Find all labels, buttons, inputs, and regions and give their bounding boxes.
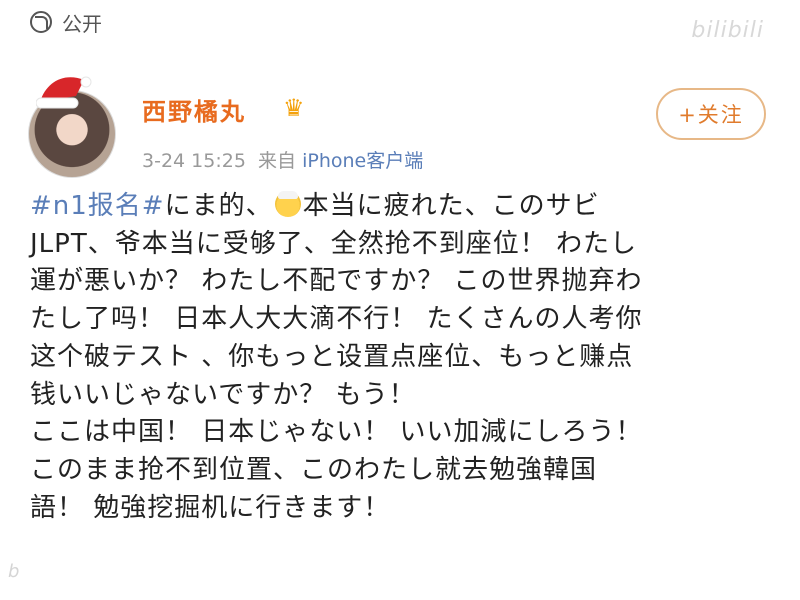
follow-button[interactable]: +关注 xyxy=(656,88,766,140)
post-source[interactable]: iPhone客户端 xyxy=(302,150,423,172)
post-timestamp: 3-24 15:25 xyxy=(142,150,246,172)
post-meta: 3-24 15:25 来自 iPhone客户端 xyxy=(142,146,423,173)
santa-hat-icon xyxy=(36,76,92,109)
post-line: 語！ 勉強挖掘机に行きます！ xyxy=(30,492,391,523)
post-header: 公开 xyxy=(0,0,800,44)
post-line: たし了吗！ 日本人大大滴不行！ たくさんの人考你 xyxy=(30,304,643,335)
globe-lock-icon xyxy=(30,11,52,33)
user-name[interactable]: 西野橘丸 xyxy=(142,92,246,127)
post-line: このまま抢不到位置、このわたし就去勉強韓国 xyxy=(30,454,598,485)
post-line: JLPT、爷本当に受够了、全然抢不到座位！ わたし xyxy=(30,228,637,259)
post-line: 这个破テスト 、你もっと设置点座位、もっと赚点 xyxy=(30,341,634,372)
post-line: ここは中国！ 日本じゃない！ いい加減にしろう！ xyxy=(30,417,643,448)
visibility-label: 公开 xyxy=(62,11,102,36)
post-line: #n1报名#にま的、 本当に疲れた、このサビ xyxy=(30,188,770,226)
hashtag-link[interactable]: #n1报名# xyxy=(30,191,165,221)
old-man-face-emoji xyxy=(274,191,301,217)
post-text: 本当に疲れた、このサビ xyxy=(302,191,600,221)
source-prefix: 来自 xyxy=(258,150,297,172)
corner-watermark: b xyxy=(8,561,20,582)
crown-icon: ♛ xyxy=(283,94,305,122)
post-text: にま的、 xyxy=(164,191,273,221)
post-line: 運が悪いか？ わたし不配ですか？ この世界抛弃わ xyxy=(30,266,643,297)
post-body: #n1报名#にま的、 本当に疲れた、このサビ JLPT、爷本当に受够了、全然抢不到… xyxy=(30,188,770,527)
post-line: 钱いいじゃないですか？ もう！ xyxy=(30,379,416,410)
bilibili-watermark: bilibili xyxy=(691,18,764,43)
